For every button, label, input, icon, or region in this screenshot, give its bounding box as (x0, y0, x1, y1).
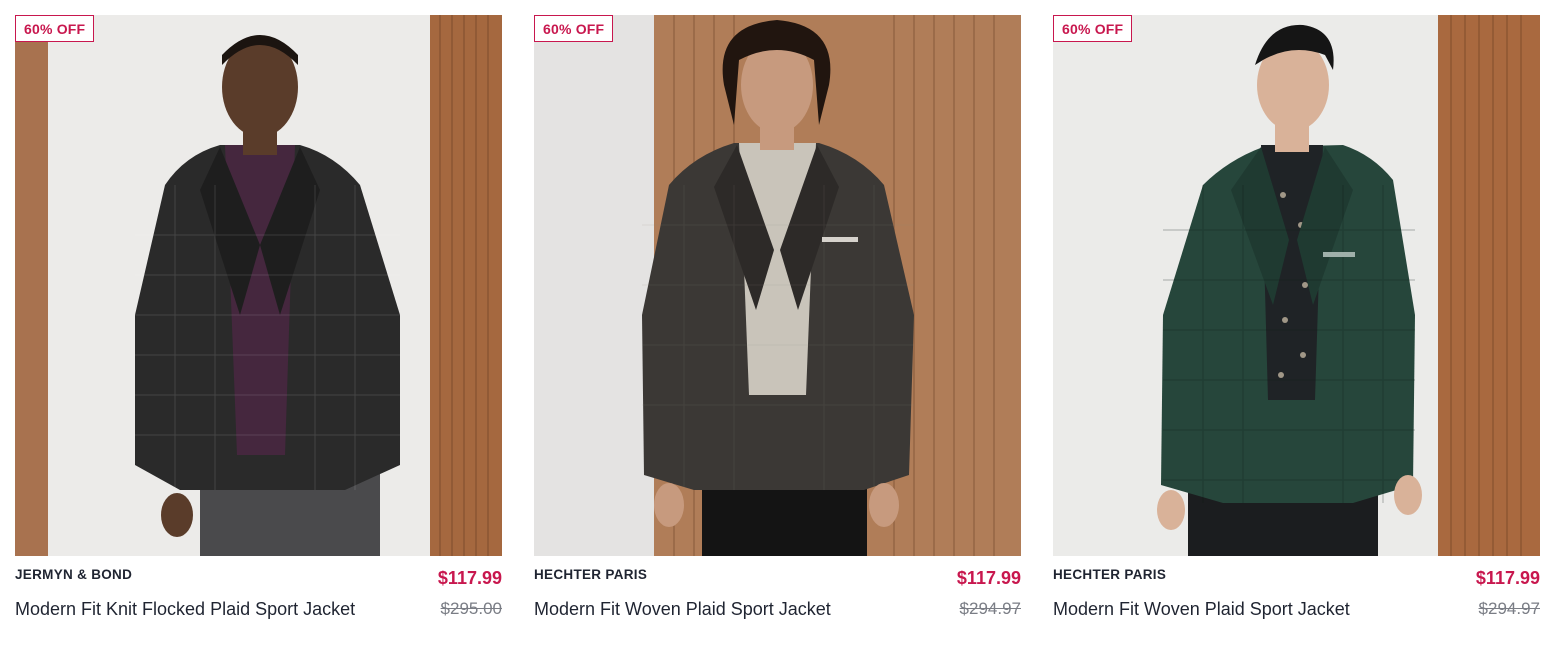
sale-price: $117.99 (1475, 568, 1540, 588)
original-price: $295.00 (440, 599, 502, 618)
product-card[interactable]: 60% OFF HECHTER PARIS $117.99 Modern Fit… (534, 15, 1021, 626)
product-image[interactable]: 60% OFF (15, 15, 502, 556)
original-price: $294.97 (959, 599, 1021, 618)
product-photo (1053, 15, 1540, 556)
discount-badge: 60% OFF (534, 15, 614, 42)
discount-badge: 60% OFF (15, 15, 95, 42)
product-image[interactable]: 60% OFF (534, 15, 1021, 556)
original-price: $294.97 (1478, 599, 1540, 618)
product-info: HECHTER PARIS $117.99 Modern Fit Woven P… (1053, 556, 1540, 626)
product-photo (15, 15, 502, 556)
sale-price: $117.99 (437, 568, 502, 588)
product-brand: HECHTER PARIS (534, 567, 648, 582)
discount-badge: 60% OFF (1053, 15, 1133, 42)
product-info: JERMYN & BOND $117.99 Modern Fit Knit Fl… (15, 556, 502, 626)
product-brand: HECHTER PARIS (1053, 567, 1167, 582)
sale-price: $117.99 (956, 568, 1021, 588)
product-card[interactable]: 60% OFF JERMYN & BOND $117.99 Modern Fit… (15, 15, 502, 626)
product-info: HECHTER PARIS $117.99 Modern Fit Woven P… (534, 556, 1021, 626)
product-grid: 60% OFF JERMYN & BOND $117.99 Modern Fit… (15, 15, 1540, 626)
product-title[interactable]: Modern Fit Woven Plaid Sport Jacket (534, 599, 831, 620)
product-image[interactable]: 60% OFF (1053, 15, 1540, 556)
product-brand: JERMYN & BOND (15, 567, 133, 582)
product-card[interactable]: 60% OFF HECHTER PARIS $117.99 Modern Fit… (1053, 15, 1540, 626)
product-title[interactable]: Modern Fit Woven Plaid Sport Jacket (1053, 599, 1350, 620)
product-photo (534, 15, 1021, 556)
product-title[interactable]: Modern Fit Knit Flocked Plaid Sport Jack… (15, 599, 355, 620)
